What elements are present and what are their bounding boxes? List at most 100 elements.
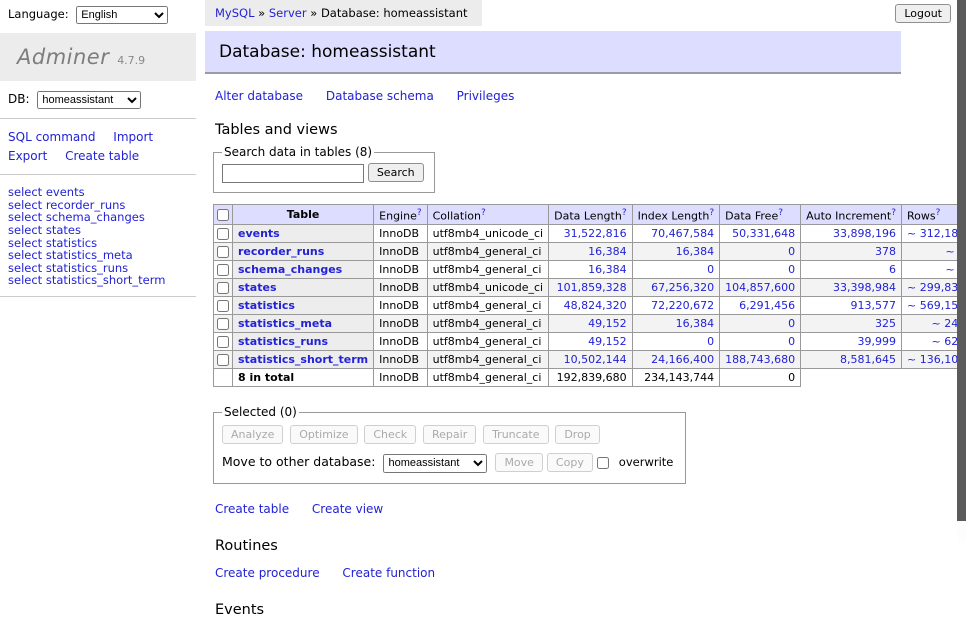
index-length-link[interactable]: 16,384 [676,317,715,330]
tables-overview: Table Engine? Collation? Data Length? In… [213,204,966,388]
drop-button[interactable]: Drop [555,425,599,444]
language-select[interactable]: English [76,6,168,24]
sidebar-item-select-statistics-meta[interactable]: select statistics_meta [8,249,196,262]
privileges-link[interactable]: Privileges [457,89,515,103]
index-length-link[interactable]: 67,256,320 [651,281,714,294]
move-to-database-label: Move to other database: [222,454,375,469]
auto-increment-link[interactable]: 39,999 [858,335,897,348]
table-name-link[interactable]: recorder_runs [238,245,324,258]
row-checkbox[interactable] [217,264,229,276]
help-icon[interactable]: ? [481,208,486,218]
table-name-link[interactable]: statistics_runs [238,335,328,348]
table-name-link[interactable]: statistics_short_term [238,353,368,366]
logout-button[interactable]: Logout [895,4,951,23]
data-free-link[interactable]: 6,291,456 [739,299,795,312]
auto-increment-link[interactable]: 6 [889,263,896,276]
data-length-link[interactable]: 48,824,320 [564,299,627,312]
table-name-link[interactable]: states [238,281,277,294]
data-free-link[interactable]: 0 [788,245,795,258]
create-table-link[interactable]: Create table [215,502,289,516]
data-length-link[interactable]: 10,502,144 [564,353,627,366]
data-free-link[interactable]: 50,331,648 [732,227,795,240]
sidebar-divider [0,296,196,297]
scrollbar-thumb[interactable] [957,0,966,521]
data-length-link[interactable]: 31,522,816 [564,227,627,240]
help-icon[interactable]: ? [778,208,783,218]
create-view-link[interactable]: Create view [312,502,383,516]
auto-increment-link[interactable]: 8,581,645 [840,353,896,366]
database-schema-link[interactable]: Database schema [326,89,434,103]
data-free-link[interactable]: 0 [788,263,795,276]
check-button[interactable]: Check [364,425,416,444]
create-procedure-link[interactable]: Create procedure [215,566,320,580]
data-length-link[interactable]: 16,384 [588,245,627,258]
sidebar-item-select-statistics-short-term[interactable]: select statistics_short_term [8,274,196,287]
alter-database-link[interactable]: Alter database [215,89,303,103]
data-length-link[interactable]: 49,152 [588,335,627,348]
table-row: states InnoDB utf8mb4_unicode_ci 101,859… [214,279,966,297]
sidebar-link-import[interactable]: Import [113,130,153,144]
data-free-link[interactable]: 0 [788,335,795,348]
row-checkbox[interactable] [217,300,229,312]
index-length-link[interactable]: 70,467,584 [651,227,714,240]
collation-cell: utf8mb4_general_ci [427,315,548,333]
row-checkbox[interactable] [217,336,229,348]
index-length-link[interactable]: 0 [707,335,714,348]
data-length-link[interactable]: 101,859,328 [557,281,627,294]
row-checkbox[interactable] [217,246,229,258]
table-name-link[interactable]: statistics [238,299,295,312]
overwrite-checkbox[interactable] [597,457,609,469]
table-row: events InnoDB utf8mb4_unicode_ci 31,522,… [214,225,966,243]
db-select[interactable]: homeassistant [37,91,141,109]
select-all-checkbox[interactable] [217,209,229,221]
help-icon[interactable]: ? [622,208,627,218]
optimize-button[interactable]: Optimize [290,425,357,444]
auto-increment-link[interactable]: 378 [875,245,896,258]
sidebar-link-create-table[interactable]: Create table [65,149,139,163]
auto-increment-link[interactable]: 33,398,984 [833,281,896,294]
index-length-link[interactable]: 0 [707,263,714,276]
auto-increment-link[interactable]: 325 [875,317,896,330]
row-checkbox[interactable] [217,282,229,294]
vertical-scrollbar[interactable] [957,0,966,543]
help-icon[interactable]: ? [417,208,422,218]
breadcrumb-separator: » [310,6,317,20]
search-button[interactable]: Search [368,163,424,182]
help-icon[interactable]: ? [709,208,714,218]
data-length-link[interactable]: 49,152 [588,317,627,330]
search-input[interactable] [222,164,364,183]
breadcrumb-mysql[interactable]: MySQL [215,6,255,20]
data-free-link[interactable]: 0 [788,317,795,330]
help-icon[interactable]: ? [936,208,941,218]
auto-increment-link[interactable]: 33,898,196 [833,227,896,240]
move-button[interactable]: Move [495,453,543,472]
sidebar-item-select-events[interactable]: select events [8,186,196,199]
truncate-button[interactable]: Truncate [483,425,548,444]
table-footer-links: Create table Create view [215,502,901,516]
repair-button[interactable]: Repair [423,425,476,444]
sidebar-item-select-states[interactable]: select states [8,224,196,237]
data-length-link[interactable]: 16,384 [588,263,627,276]
table-name-link[interactable]: events [238,227,280,240]
sidebar-link-sql-command[interactable]: SQL command [8,130,95,144]
table-name-link[interactable]: schema_changes [238,263,342,276]
auto-increment-link[interactable]: 913,577 [851,299,897,312]
analyze-button[interactable]: Analyze [222,425,283,444]
create-function-link[interactable]: Create function [342,566,435,580]
row-checkbox[interactable] [217,354,229,366]
collation-cell: utf8mb4_unicode_ci [427,279,548,297]
index-length-link[interactable]: 16,384 [676,245,715,258]
sidebar-link-export[interactable]: Export [8,149,47,163]
breadcrumb-server[interactable]: Server [269,6,307,20]
data-free-link[interactable]: 104,857,600 [725,281,795,294]
data-free-link[interactable]: 188,743,680 [725,353,795,366]
move-database-select[interactable]: homeassistant [383,454,487,473]
index-length-link[interactable]: 24,166,400 [651,353,714,366]
total-collation: utf8mb4_general_ci [427,369,548,387]
help-icon[interactable]: ? [891,208,896,218]
table-name-link[interactable]: statistics_meta [238,317,332,330]
index-length-link[interactable]: 72,220,672 [651,299,714,312]
row-checkbox[interactable] [217,318,229,330]
row-checkbox[interactable] [217,228,229,240]
copy-button[interactable]: Copy [547,453,593,472]
